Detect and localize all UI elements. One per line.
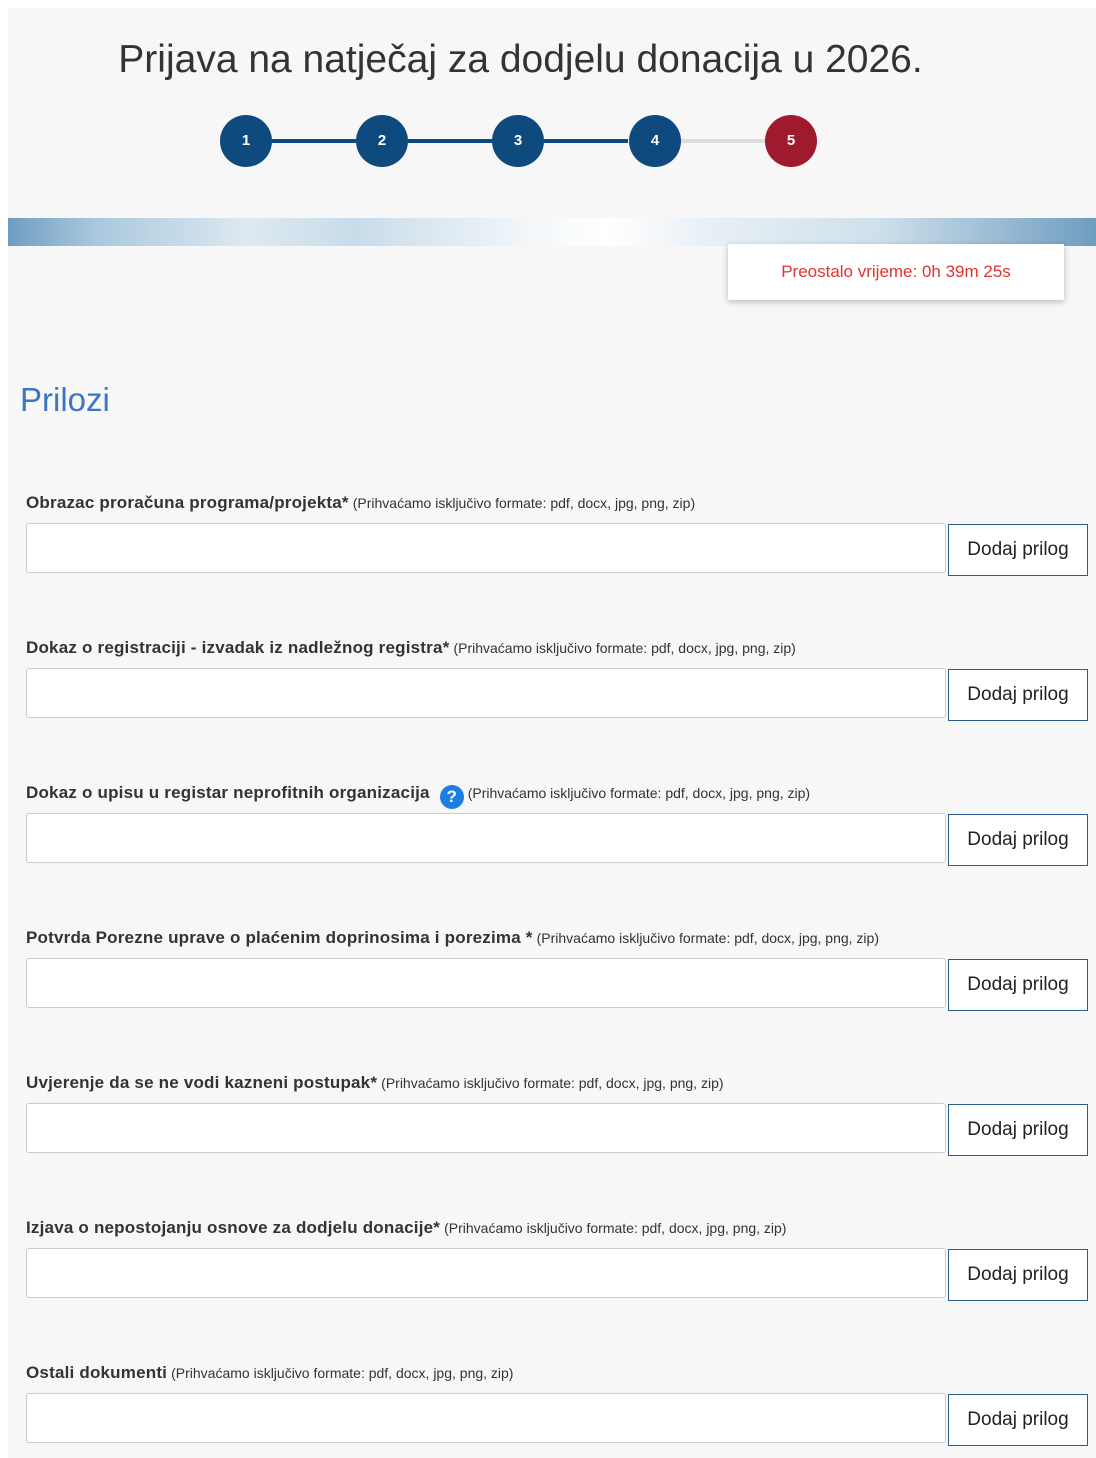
field-label: Ostali dokumenti (Prihvaćamo isključivo f… bbox=[26, 1363, 513, 1383]
file-path-field[interactable] bbox=[26, 1393, 946, 1443]
step-connector-4 bbox=[681, 139, 765, 143]
field-label: Obrazac proračuna programa/projekta* (Pri… bbox=[26, 493, 695, 513]
file-path-field[interactable] bbox=[26, 523, 946, 573]
step-2[interactable]: 2 bbox=[356, 115, 408, 167]
application-page: Prijava na natječaj za dodjelu donacija … bbox=[8, 8, 1096, 1458]
attachment-field-tax-confirmation: Potvrda Porezne uprave o plaćenim doprin… bbox=[26, 928, 1090, 1018]
format-hint: (Prihvaćamo isključivo formate: pdf, doc… bbox=[171, 1365, 514, 1381]
field-name: Dokaz o upisu u registar neprofitnih org… bbox=[26, 783, 430, 802]
field-label: Uvjerenje da se ne vodi kazneni postupak… bbox=[26, 1073, 724, 1093]
file-path-field[interactable] bbox=[26, 1248, 946, 1298]
attachment-field-criminal-record: Uvjerenje da se ne vodi kazneni postupak… bbox=[26, 1073, 1090, 1163]
add-attachment-button[interactable]: Dodaj prilog bbox=[948, 1394, 1088, 1446]
format-hint: (Prihvaćamo isključivo formate: pdf, doc… bbox=[352, 495, 696, 511]
field-name: Potvrda Porezne uprave o plaćenim doprin… bbox=[26, 928, 533, 947]
step-connector-1 bbox=[272, 139, 356, 143]
attachment-field-statement: Izjava o nepostojanju osnove za dodjelu … bbox=[26, 1218, 1090, 1308]
file-path-field[interactable] bbox=[26, 958, 946, 1008]
add-attachment-button[interactable]: Dodaj prilog bbox=[948, 1249, 1088, 1301]
field-name: Uvjerenje da se ne vodi kazneni postupak… bbox=[26, 1073, 378, 1092]
add-attachment-button[interactable]: Dodaj prilog bbox=[948, 524, 1088, 576]
page-title: Prijava na natječaj za dodjelu donacija … bbox=[118, 38, 923, 81]
field-name: Dokaz o registraciji - izvadak iz nadlež… bbox=[26, 638, 450, 657]
step-5-current: 5 bbox=[765, 115, 817, 167]
attachment-field-nonprofit-register: Dokaz o upisu u registar neprofitnih org… bbox=[26, 783, 1090, 873]
add-attachment-button[interactable]: Dodaj prilog bbox=[948, 669, 1088, 721]
step-1[interactable]: 1 bbox=[220, 115, 272, 167]
step-connector-3 bbox=[544, 139, 628, 143]
step-3[interactable]: 3 bbox=[492, 115, 544, 167]
format-hint: (Prihvaćamo isključivo formate: pdf, doc… bbox=[453, 640, 796, 656]
decorative-banner bbox=[8, 218, 1096, 246]
field-name: Obrazac proračuna programa/projekta* bbox=[26, 493, 349, 512]
file-path-field[interactable] bbox=[26, 668, 946, 718]
format-hint: (Prihvaćamo isključivo formate: pdf, doc… bbox=[467, 785, 811, 801]
step-4[interactable]: 4 bbox=[629, 115, 681, 167]
attachment-field-registration: Dokaz o registraciji - izvadak iz nadlež… bbox=[26, 638, 1090, 728]
attachment-field-other: Ostali dokumenti (Prihvaćamo isključivo f… bbox=[26, 1363, 1090, 1453]
remaining-time-box: Preostalo vrijeme: 0h 39m 25s bbox=[728, 244, 1064, 300]
field-label: Dokaz o registraciji - izvadak iz nadlež… bbox=[26, 638, 796, 658]
section-title: Prilozi bbox=[20, 381, 110, 418]
attachment-field-budget: Obrazac proračuna programa/projekta* (Pri… bbox=[26, 493, 1090, 583]
add-attachment-button[interactable]: Dodaj prilog bbox=[948, 1104, 1088, 1156]
question-icon[interactable]: ? bbox=[439, 785, 464, 809]
step-connector-2 bbox=[408, 139, 492, 143]
file-path-field[interactable] bbox=[26, 1103, 946, 1153]
progress-stepper: 1 2 3 4 5 bbox=[220, 115, 820, 167]
field-label: Dokaz o upisu u registar neprofitnih org… bbox=[26, 783, 810, 809]
file-path-field[interactable] bbox=[26, 813, 946, 863]
add-attachment-button[interactable]: Dodaj prilog bbox=[948, 959, 1088, 1011]
field-label: Izjava o nepostojanju osnove za dodjelu … bbox=[26, 1218, 786, 1238]
field-label: Potvrda Porezne uprave o plaćenim doprin… bbox=[26, 928, 879, 948]
add-attachment-button[interactable]: Dodaj prilog bbox=[948, 814, 1088, 866]
field-name: Izjava o nepostojanju osnove za dodjelu … bbox=[26, 1218, 441, 1237]
format-hint: (Prihvaćamo isključivo formate: pdf, doc… bbox=[536, 930, 879, 946]
format-hint: (Prihvaćamo isključivo formate: pdf, doc… bbox=[381, 1075, 724, 1091]
format-hint: (Prihvaćamo isključivo formate: pdf, doc… bbox=[444, 1220, 787, 1236]
field-name: Ostali dokumenti bbox=[26, 1363, 168, 1382]
